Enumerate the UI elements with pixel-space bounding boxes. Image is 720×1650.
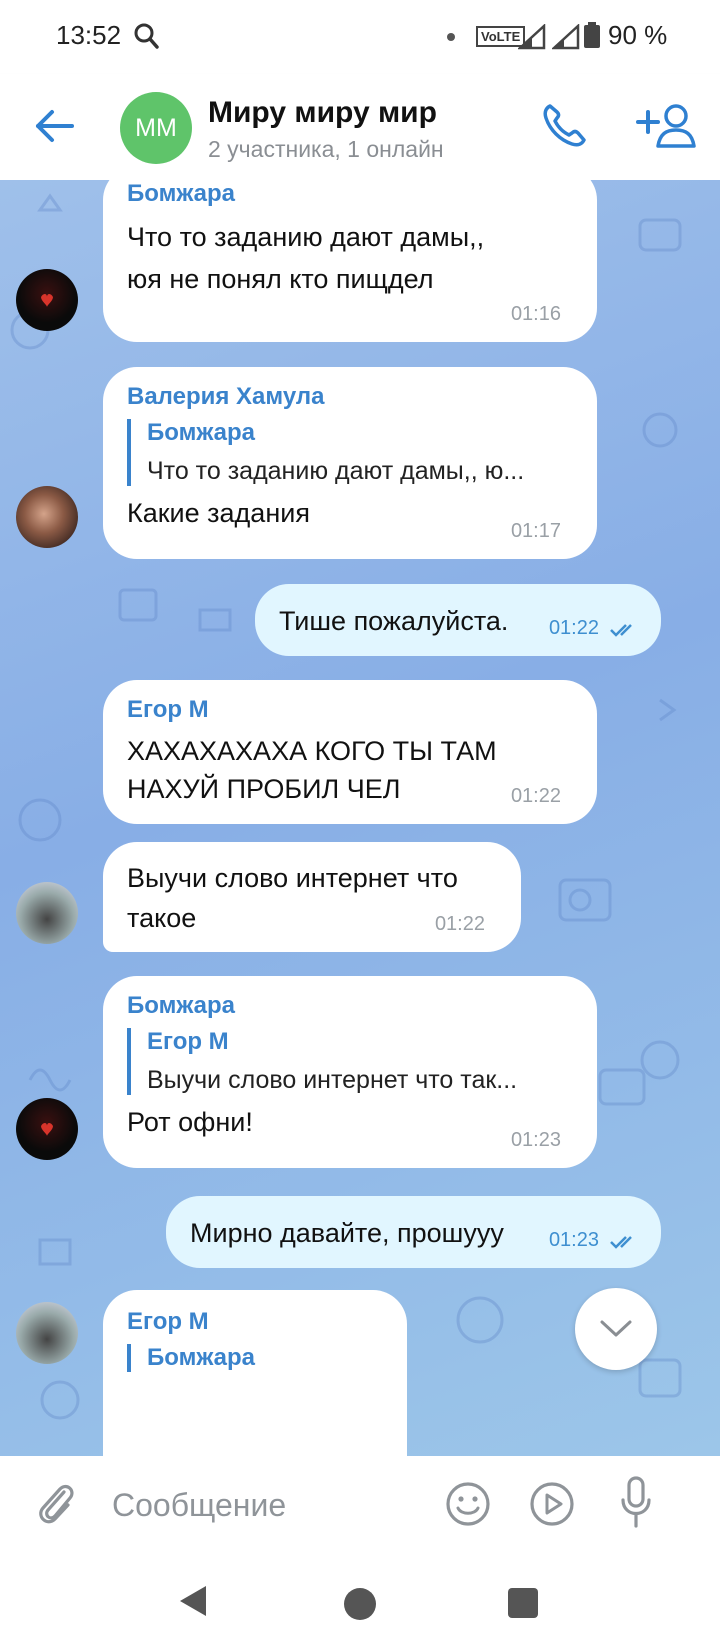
reply-text: Выучи слово интернет что так... bbox=[147, 1066, 518, 1094]
chat-title[interactable]: Миру миру мир bbox=[208, 96, 437, 130]
sender-name[interactable]: Валерия Хамула bbox=[127, 383, 573, 411]
system-nav-bar bbox=[0, 1552, 720, 1650]
message-bubble-outgoing[interactable]: Мирно давайте, прошууу 01:23 bbox=[166, 1196, 661, 1268]
user-avatar[interactable] bbox=[16, 1098, 78, 1160]
message-text: Что то заданию дают дамы,, юя не понял к… bbox=[127, 222, 485, 294]
double-check-icon bbox=[610, 1236, 632, 1249]
message-time: 01:23 bbox=[510, 1129, 561, 1151]
reply-sender-name: Бомжара bbox=[147, 1344, 256, 1371]
phone-icon[interactable] bbox=[538, 100, 590, 152]
scroll-to-bottom-button[interactable] bbox=[575, 1288, 657, 1370]
message-bubble[interactable]: Бомжара Егор М Выучи слово интернет что … bbox=[103, 976, 597, 1168]
reply-text: Что то заданию дают дамы,, ю... bbox=[147, 457, 525, 485]
double-check-icon bbox=[610, 624, 632, 637]
battery-percent: 90 % bbox=[608, 20, 668, 50]
chat-area[interactable]: Бомжара Что то заданию дают дамы,, юя не… bbox=[0, 180, 720, 1456]
message-time: 01:22 bbox=[510, 785, 561, 807]
reply-sender-name: Егор М bbox=[147, 1028, 229, 1055]
reply-quote[interactable]: Бомжара Что то заданию дают дамы,, ю... bbox=[127, 419, 573, 486]
back-arrow-icon[interactable] bbox=[32, 102, 80, 150]
message-time: 01:23 bbox=[548, 1229, 599, 1251]
message-input-bar bbox=[0, 1456, 720, 1552]
signal-icon bbox=[518, 24, 546, 50]
reply-sender-name: Бомжара bbox=[147, 419, 256, 446]
nav-home-icon[interactable] bbox=[344, 1588, 376, 1620]
message-text: ХАХАХАХАХА КОГО ТЫ ТАМ НАХУЙ ПРОБИЛ ЧЕЛ bbox=[127, 736, 497, 804]
nav-recents-icon[interactable] bbox=[508, 1588, 538, 1618]
message-bubble[interactable]: Егор М Бомжара bbox=[103, 1290, 407, 1456]
sender-name[interactable]: Бомжара bbox=[127, 992, 573, 1020]
message-time: 01:16 bbox=[510, 303, 561, 325]
add-user-icon[interactable] bbox=[636, 100, 698, 152]
microphone-icon[interactable] bbox=[620, 1476, 652, 1530]
chat-subtitle: 2 участника, 1 онлайн bbox=[208, 136, 444, 162]
message-time: 01:22 bbox=[548, 617, 599, 639]
message-time: 01:17 bbox=[510, 520, 561, 542]
message-input[interactable] bbox=[110, 1484, 414, 1526]
message-text: Какие задания bbox=[127, 498, 310, 528]
user-avatar[interactable] bbox=[16, 486, 78, 548]
sender-name[interactable]: Бомжара bbox=[127, 180, 573, 208]
reply-quote[interactable]: Егор М Выучи слово интернет что так... bbox=[127, 1028, 573, 1095]
sender-name[interactable]: Егор М bbox=[127, 696, 573, 724]
nav-back-icon[interactable] bbox=[178, 1584, 208, 1618]
search-icon bbox=[134, 23, 159, 49]
chat-avatar[interactable]: ММ bbox=[120, 92, 192, 164]
paperclip-icon[interactable] bbox=[34, 1478, 78, 1530]
video-message-icon[interactable] bbox=[528, 1480, 576, 1528]
notification-dot-icon bbox=[447, 33, 455, 41]
message-bubble[interactable]: Егор М ХАХАХАХАХА КОГО ТЫ ТАМ НАХУЙ ПРОБ… bbox=[103, 680, 597, 824]
user-avatar[interactable] bbox=[16, 269, 78, 331]
signal-icon bbox=[552, 24, 580, 50]
chevron-down-icon bbox=[600, 1320, 632, 1337]
message-bubble[interactable]: Валерия Хамула Бомжара Что то заданию да… bbox=[103, 367, 597, 559]
user-avatar[interactable] bbox=[16, 882, 78, 944]
chat-header: ММ Миру миру мир 2 участника, 1 онлайн bbox=[0, 74, 720, 180]
message-bubble[interactable]: Бомжара Что то заданию дают дамы,, юя не… bbox=[103, 180, 597, 342]
battery-icon bbox=[584, 22, 600, 48]
reply-quote[interactable]: Бомжара bbox=[127, 1344, 383, 1372]
status-time: 13:52 bbox=[56, 20, 122, 50]
message-text: Рот офни! bbox=[127, 1107, 253, 1137]
status-bar: 13:52 VoLTE 90 % bbox=[0, 0, 720, 74]
emoji-icon[interactable] bbox=[444, 1480, 492, 1528]
message-bubble[interactable]: Выучи слово интернет что такое 01:22 bbox=[103, 842, 521, 952]
user-avatar[interactable] bbox=[16, 1302, 78, 1364]
message-time: 01:22 bbox=[434, 913, 485, 935]
sender-name[interactable]: Егор М bbox=[127, 1308, 383, 1336]
message-bubble-outgoing[interactable]: Тише пожалуйста. 01:22 bbox=[255, 584, 661, 656]
